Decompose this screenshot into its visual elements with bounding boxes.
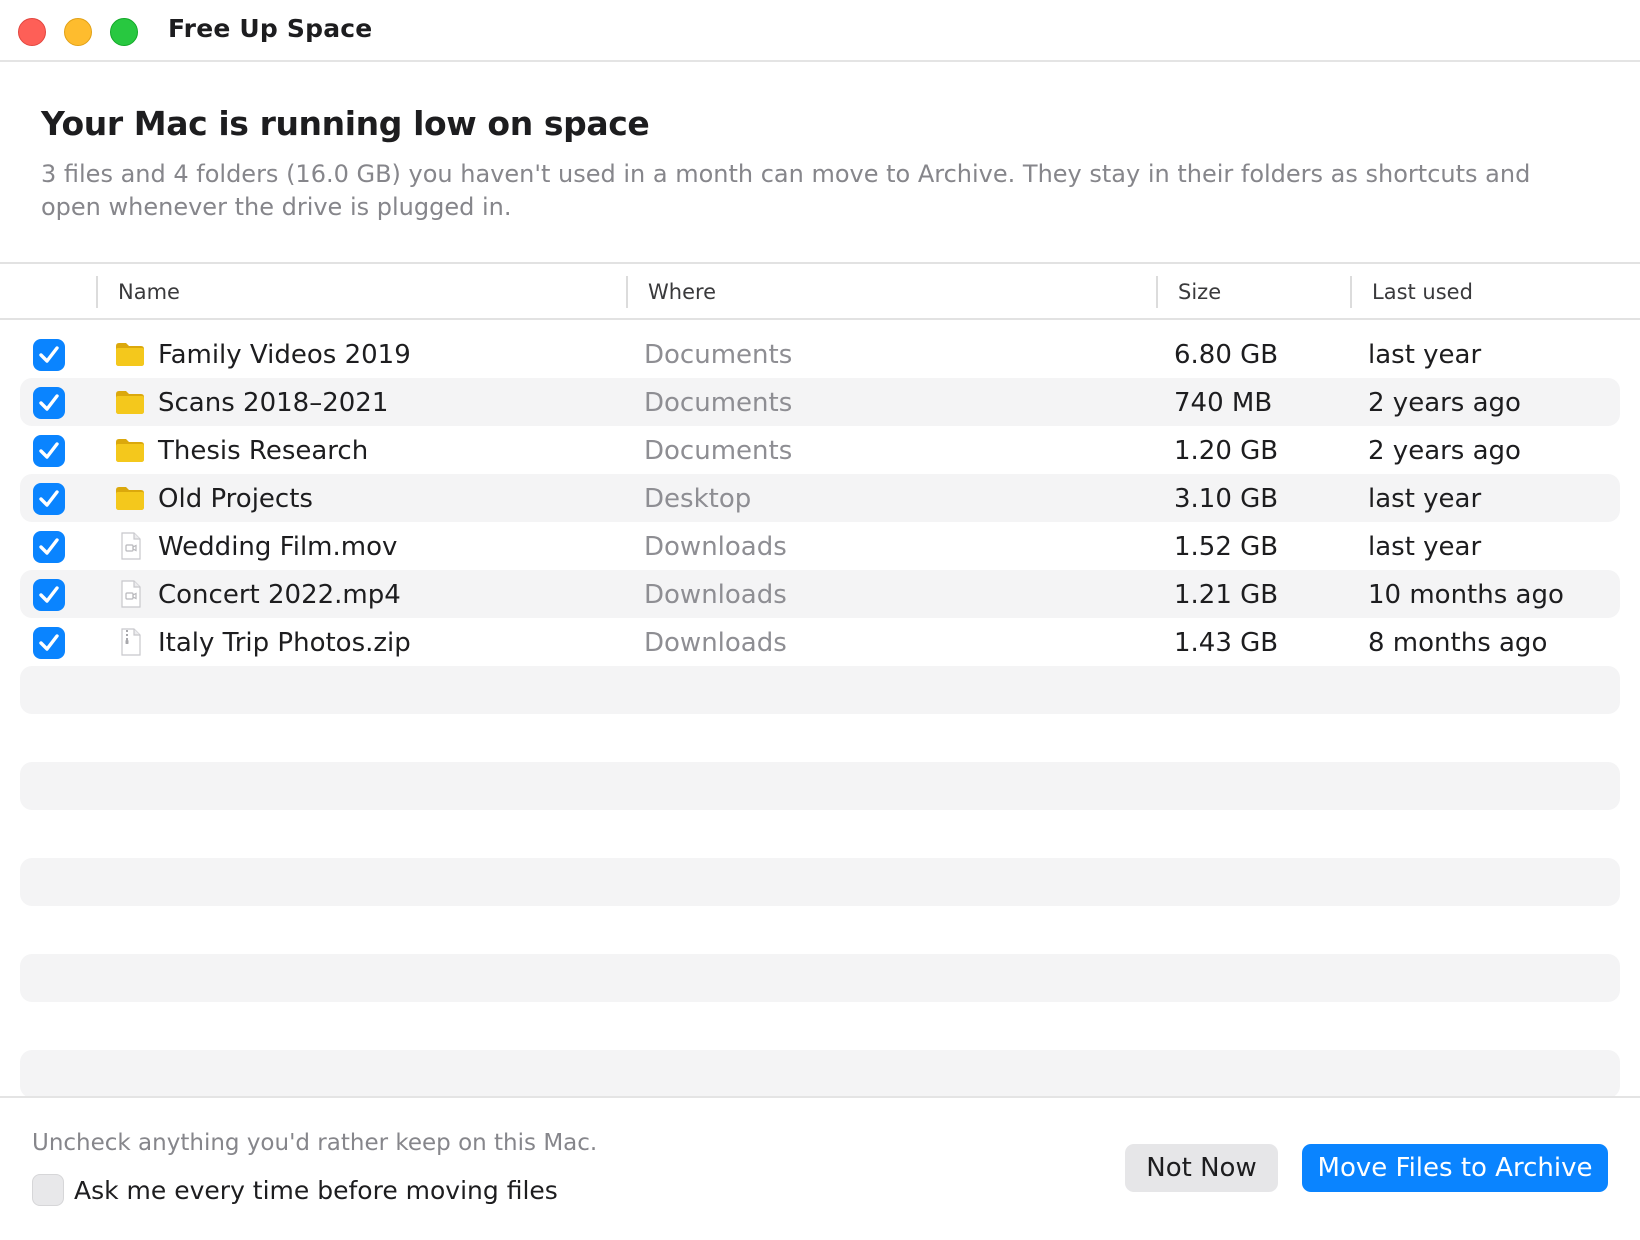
not-now-button[interactable]: Not Now (1125, 1144, 1278, 1192)
file-last-used: last year (1368, 532, 1482, 562)
column-header-size[interactable]: Size (1178, 280, 1221, 304)
zoom-window-button[interactable] (110, 18, 138, 46)
file-location: Documents (644, 436, 793, 466)
checkmark-icon (39, 394, 59, 411)
file-size: 1.20 GB (1174, 436, 1279, 466)
file-size: 740 MB (1174, 388, 1273, 418)
file-last-used: 8 months ago (1368, 628, 1548, 658)
footer-hint: Uncheck anything you'd rather keep on th… (32, 1130, 598, 1156)
row-checkbox[interactable] (33, 339, 65, 371)
file-name: Old Projects (158, 484, 313, 514)
file-size: 6.80 GB (1174, 340, 1279, 370)
checkmark-icon (39, 634, 59, 651)
page-description: 3 files and 4 folders (16.0 GB) you have… (41, 160, 1531, 221)
video-file-icon (121, 580, 141, 608)
table-row[interactable]: Scans 2018–2021 Documents 740 MB 2 years… (20, 378, 1620, 426)
checkmark-icon (39, 586, 59, 603)
table-row[interactable]: Italy Trip Photos.zip Downloads 1.43 GB … (20, 618, 1620, 666)
column-header-name[interactable]: Name (118, 280, 180, 304)
file-last-used: 10 months ago (1368, 580, 1564, 610)
file-location: Desktop (644, 484, 752, 514)
file-name: Wedding Film.mov (158, 532, 398, 562)
checkmark-icon (39, 346, 59, 363)
file-last-used: last year (1368, 340, 1482, 370)
column-separator (96, 276, 98, 308)
file-name: Italy Trip Photos.zip (158, 628, 411, 658)
row-checkbox[interactable] (33, 579, 65, 611)
file-size: 1.52 GB (1174, 532, 1279, 562)
close-window-button[interactable] (18, 18, 46, 46)
folder-icon (116, 439, 144, 462)
video-file-icon (121, 532, 141, 560)
column-separator (1156, 276, 1158, 308)
file-name: Scans 2018–2021 (158, 388, 389, 418)
row-checkbox[interactable] (33, 435, 65, 467)
file-size: 3.10 GB (1174, 484, 1279, 514)
table-row[interactable]: Thesis Research Documents 1.20 GB 2 year… (20, 426, 1620, 474)
checkmark-icon (39, 490, 59, 507)
column-header-where[interactable]: Where (648, 280, 716, 304)
ask-before-moving-checkbox[interactable] (32, 1174, 64, 1206)
row-checkbox[interactable] (33, 483, 65, 515)
table-header-divider (0, 318, 1640, 320)
column-separator (1350, 276, 1352, 308)
checkmark-icon (39, 538, 59, 555)
empty-row (20, 666, 1620, 714)
footer-divider (0, 1096, 1640, 1098)
folder-icon (116, 343, 144, 366)
ask-before-moving-label[interactable]: Ask me every time before moving files (74, 1176, 558, 1205)
row-checkbox[interactable] (33, 627, 65, 659)
table-row[interactable]: Old Projects Desktop 3.10 GB last year (20, 474, 1620, 522)
file-size: 1.43 GB (1174, 628, 1279, 658)
checkmark-icon (39, 442, 59, 459)
file-location: Documents (644, 340, 793, 370)
empty-row (20, 762, 1620, 810)
file-name: Thesis Research (158, 436, 369, 466)
zip-file-icon (121, 628, 141, 656)
file-location: Downloads (644, 628, 787, 658)
empty-row (20, 858, 1620, 906)
empty-row (20, 1050, 1620, 1098)
file-size: 1.21 GB (1174, 580, 1279, 610)
page-title: Your Mac is running low on space (41, 104, 650, 143)
file-last-used: 2 years ago (1368, 436, 1521, 466)
row-checkbox[interactable] (33, 387, 65, 419)
folder-icon (116, 487, 144, 510)
file-location: Downloads (644, 532, 787, 562)
table-top-divider (0, 262, 1640, 264)
file-name: Family Videos 2019 (158, 340, 411, 370)
empty-row (20, 954, 1620, 1002)
column-header-last-used[interactable]: Last used (1372, 280, 1473, 304)
move-files-to-archive-button[interactable]: Move Files to Archive (1302, 1144, 1608, 1192)
minimize-window-button[interactable] (64, 18, 92, 46)
table-row[interactable]: Family Videos 2019 Documents 6.80 GB las… (20, 330, 1620, 378)
title-bar: Free Up Space (0, 0, 1640, 62)
file-last-used: 2 years ago (1368, 388, 1521, 418)
file-location: Downloads (644, 580, 787, 610)
folder-icon (116, 391, 144, 414)
file-last-used: last year (1368, 484, 1482, 514)
file-location: Documents (644, 388, 793, 418)
table-row[interactable]: Wedding Film.mov Downloads 1.52 GB last … (20, 522, 1620, 570)
window-title: Free Up Space (168, 14, 373, 43)
file-name: Concert 2022.mp4 (158, 580, 401, 610)
column-separator (626, 276, 628, 308)
table-row[interactable]: Concert 2022.mp4 Downloads 1.21 GB 10 mo… (20, 570, 1620, 618)
row-checkbox[interactable] (33, 531, 65, 563)
